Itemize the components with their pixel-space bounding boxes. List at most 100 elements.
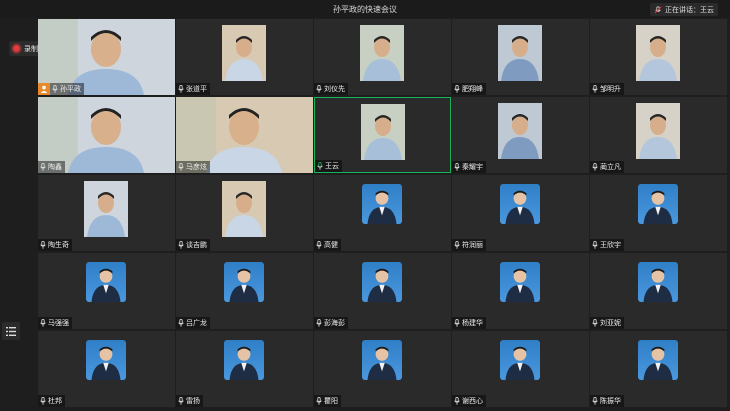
microphone-icon [316,397,322,405]
participant-tile[interactable]: 刘仪先 [314,19,451,95]
participant-name: 谈吉鹏 [186,241,207,249]
profile-avatar [224,340,264,380]
list-icon [6,326,16,336]
microphone-icon [178,319,184,327]
video-frame [636,103,680,159]
participant-tile[interactable]: 陶鑫 [38,97,175,173]
participant-tile[interactable]: 陈振华 [590,331,727,407]
participant-name-bar: 吕广龙 [176,317,210,329]
microphone-icon [40,397,46,405]
participant-tile[interactable]: 彭海彭 [314,253,451,329]
participant-name: 陈振华 [600,397,621,405]
participant-tile[interactable]: 陶生奇 [38,175,175,251]
profile-avatar [86,262,126,302]
microphone-icon [40,241,46,249]
participant-tile[interactable]: 马彦炫 [176,97,313,173]
participant-tile[interactable]: 高健 [314,175,451,251]
record-dot-icon [13,45,20,52]
participant-tile[interactable]: 吕广龙 [176,253,313,329]
participant-tile[interactable]: 杨建华 [452,253,589,329]
avatar-image [505,190,535,224]
microphone-icon [316,241,322,249]
microphone-icon [178,85,184,93]
participant-tile[interactable]: 肥翔峰 [452,19,589,95]
participant-name-bar: 秦耀宇 [452,161,486,173]
participant-tile[interactable]: 邹明升 [590,19,727,95]
avatar-image [367,268,397,302]
participant-name: 孙平政 [60,85,81,93]
profile-avatar [638,184,678,224]
video-frame [498,103,542,159]
speaking-label: 正在讲话：王云 [665,5,714,14]
participant-video [222,181,266,237]
participant-tile[interactable]: 孙平政 [38,19,175,95]
participant-tile[interactable]: 秦耀宇 [452,97,589,173]
participant-name-bar: 刘仪先 [314,83,348,95]
video-frame [636,25,680,81]
profile-avatar [86,340,126,380]
participant-name: 马强强 [48,319,69,327]
participant-tile[interactable]: 蔺立凡 [590,97,727,173]
participant-tile[interactable]: 符润丽 [452,175,589,251]
participant-video [636,25,680,81]
video-frame [498,25,542,81]
participant-name-bar: 肥翔峰 [452,83,486,95]
microphone-icon [316,85,322,93]
participant-name: 王欣宇 [600,241,621,249]
video-grid: 孙平政 张道平 刘仪先 肥翔峰 邹明升陶鑫 马彦炫 王云 秦耀宇 蔺立凡陶生奇 谈吉鹏 高健 符润丽 王… [38,19,730,411]
participant-tile[interactable]: 雷扬 [176,331,313,407]
avatar-image [229,346,259,380]
participant-tile[interactable]: 张道平 [176,19,313,95]
participant-tile[interactable]: 谈吉鹏 [176,175,313,251]
window-title-bar: 孙平政的快速会议 [0,0,730,18]
profile-avatar [362,340,402,380]
avatar-image [505,346,535,380]
participant-name-bar: 杨建华 [452,317,486,329]
microphone-icon [592,163,598,171]
participant-name-bar: 马彦炫 [176,161,210,173]
participant-tile[interactable]: 杜邦 [38,331,175,407]
participant-tile[interactable]: 瞿阳 [314,331,451,407]
avatar-image [91,346,121,380]
participant-name-bar: 符润丽 [452,239,486,251]
participant-tile[interactable]: 王云 [314,97,451,173]
profile-avatar [362,262,402,302]
participant-name-bar: 陶鑫 [38,161,65,173]
participant-tile[interactable]: 谢西心 [452,331,589,407]
participant-name: 彭海彭 [324,319,345,327]
microphone-icon [592,319,598,327]
participant-name-bar: 谢西心 [452,395,486,407]
participant-name: 吕广龙 [186,319,207,327]
participant-video [84,181,128,237]
participant-name-bar: 孙平政 [38,83,84,95]
video-frame [361,104,405,160]
participant-name-bar: 陶生奇 [38,239,72,251]
participant-tile[interactable]: 刘亚妮 [590,253,727,329]
microphone-icon [592,241,598,249]
participant-list-button[interactable] [2,322,20,340]
speaking-indicator: 正在讲话：王云 [650,3,718,16]
avatar-image [643,346,673,380]
microphone-icon [454,85,460,93]
participant-name: 秦耀宇 [462,163,483,171]
participant-name-bar: 谈吉鹏 [176,239,210,251]
participant-name: 瞿阳 [324,397,338,405]
participant-video [360,25,404,81]
participant-video [498,103,542,159]
microphone-icon [178,163,184,171]
video-frame [222,25,266,81]
participant-name: 马彦炫 [186,163,207,171]
participant-tile[interactable]: 马强强 [38,253,175,329]
microphone-icon [592,397,598,405]
microphone-icon [178,241,184,249]
participant-name: 蔺立凡 [600,163,621,171]
participant-video [222,25,266,81]
participant-tile[interactable]: 王欣宇 [590,175,727,251]
participant-name-bar: 高健 [314,239,341,251]
profile-avatar [362,184,402,224]
participant-name: 雷扬 [186,397,200,405]
participant-name-bar: 王云 [315,160,342,172]
participant-video [636,103,680,159]
participant-name: 杨建华 [462,319,483,327]
profile-avatar [500,340,540,380]
